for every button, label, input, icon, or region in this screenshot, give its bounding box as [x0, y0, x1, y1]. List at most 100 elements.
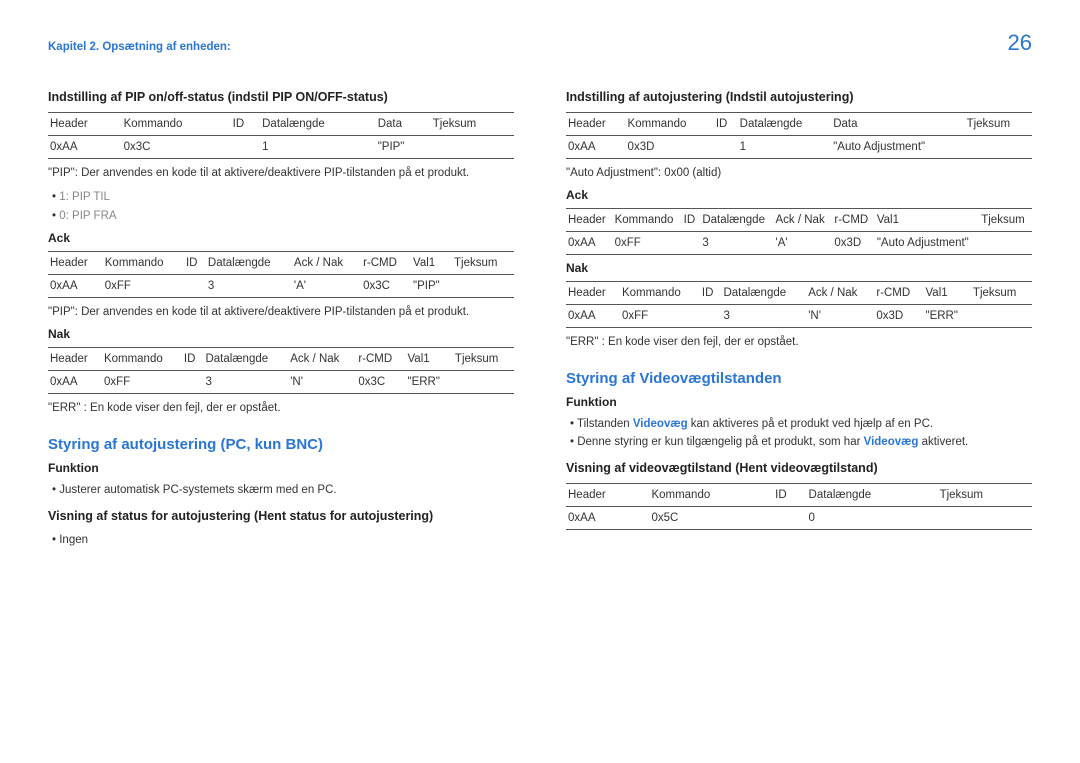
list-item: 1: PIP TIL [52, 188, 514, 206]
th: Datalængde [721, 282, 806, 305]
td [965, 136, 1032, 159]
td: "PIP" [411, 275, 452, 298]
section-heading-blue: Styring af Videovægtilstanden [566, 370, 1032, 387]
th: Data [831, 113, 964, 136]
th: Header [566, 484, 649, 507]
th: Header [48, 113, 122, 136]
text: Denne styring er kun tilgængelig på et p… [577, 436, 863, 448]
td: 0xAA [566, 136, 626, 159]
list-item: Tilstanden Videovæg kan aktiveres på et … [570, 415, 1032, 433]
td: 0x3D [832, 232, 874, 255]
function-heading: Funktion [48, 461, 514, 475]
td: "Auto Adjustment" [875, 232, 979, 255]
th: Ack / Nak [288, 348, 356, 371]
content-columns: Indstilling af PIP on/off-status (indsti… [48, 84, 1032, 553]
td: 'N' [288, 371, 356, 394]
auto-nak-table: Header Kommando ID Datalængde Ack / Nak … [566, 281, 1032, 328]
td [971, 305, 1032, 328]
th: Tjeksum [938, 484, 1032, 507]
right-column: Indstilling af autojustering (Indstil au… [566, 84, 1032, 553]
td: 0xAA [48, 371, 102, 394]
page-number: 26 [1008, 30, 1032, 56]
th: Kommando [103, 252, 184, 275]
td [452, 275, 514, 298]
td: 'A' [774, 232, 833, 255]
td: 3 [206, 275, 292, 298]
th: ID [182, 348, 204, 371]
note: "ERR" : En kode viser den fejl, der er o… [48, 400, 514, 417]
th: r-CMD [832, 209, 874, 232]
td: 0 [807, 507, 938, 530]
td: 3 [203, 371, 288, 394]
td: 0x3D [874, 305, 923, 328]
td: 'A' [292, 275, 361, 298]
page: Kapitel 2. Opsætning af enheden: 26 Inds… [0, 0, 1080, 573]
inline-link[interactable]: Videovæg [633, 418, 688, 430]
th: Kommando [102, 348, 182, 371]
bullet-list: 1: PIP TIL 0: PIP FRA [48, 188, 514, 225]
th: ID [773, 484, 806, 507]
th: Datalængde [260, 113, 376, 136]
td: "PIP" [376, 136, 431, 159]
th: r-CMD [356, 348, 405, 371]
section-heading: Indstilling af PIP on/off-status (indsti… [48, 90, 514, 104]
th: Kommando [626, 113, 714, 136]
text: kan aktiveres på et produkt ved hjælp af… [688, 418, 933, 430]
th: ID [184, 252, 206, 275]
th: Ack / Nak [806, 282, 874, 305]
auto-ack-table: Header Kommando ID Datalængde Ack / Nak … [566, 208, 1032, 255]
subsection-heading: Visning af status for autojustering (Hen… [48, 509, 514, 523]
th: Val1 [923, 282, 970, 305]
videowall-get-table: Header Kommando ID Datalængde Tjeksum 0x… [566, 483, 1032, 530]
th: Header [566, 209, 613, 232]
list-item: 0: PIP FRA [52, 207, 514, 225]
th: Tjeksum [431, 113, 514, 136]
breadcrumb: Kapitel 2. Opsætning af enheden: [48, 41, 231, 53]
th: ID [714, 113, 738, 136]
th: ID [231, 113, 260, 136]
td: 0x3D [626, 136, 714, 159]
td: 0x3C [122, 136, 231, 159]
td [682, 232, 701, 255]
note: "PIP": Der anvendes en kode til at aktiv… [48, 304, 514, 321]
td: 0x3C [361, 275, 411, 298]
pip-ack-table: Header Kommando ID Datalængde Ack / Nak … [48, 251, 514, 298]
th: Ack / Nak [774, 209, 833, 232]
td: 0xFF [102, 371, 182, 394]
td: 0xFF [620, 305, 700, 328]
td: "ERR" [405, 371, 452, 394]
list-item: Ingen [52, 531, 514, 549]
td: 0xAA [48, 275, 103, 298]
nak-heading: Nak [566, 261, 1032, 275]
inline-link[interactable]: Videovæg [864, 436, 919, 448]
td: 3 [721, 305, 806, 328]
list-item: Denne styring er kun tilgængelig på et p… [570, 433, 1032, 451]
th: Datalængde [738, 113, 832, 136]
function-heading: Funktion [566, 395, 1032, 409]
nak-heading: Nak [48, 327, 514, 341]
td [700, 305, 722, 328]
th: Datalængde [203, 348, 288, 371]
th: Header [566, 113, 626, 136]
th: Header [566, 282, 620, 305]
bullet-list: Justerer automatisk PC-systemets skærm m… [48, 481, 514, 499]
td [714, 136, 738, 159]
th: Data [376, 113, 431, 136]
th: Tjeksum [453, 348, 514, 371]
th: Val1 [405, 348, 452, 371]
td: 3 [700, 232, 773, 255]
td: "ERR" [923, 305, 970, 328]
th: r-CMD [874, 282, 923, 305]
text: aktiveret. [918, 436, 968, 448]
th: ID [682, 209, 701, 232]
section-heading: Indstilling af autojustering (Indstil au… [566, 90, 1032, 104]
td [231, 136, 260, 159]
th: Val1 [875, 209, 979, 232]
th: Tjeksum [979, 209, 1032, 232]
auto-set-table: Header Kommando ID Datalængde Data Tjeks… [566, 112, 1032, 159]
th: Tjeksum [971, 282, 1032, 305]
th: r-CMD [361, 252, 411, 275]
td: 0xAA [566, 507, 649, 530]
th: Tjeksum [452, 252, 514, 275]
th: Datalængde [206, 252, 292, 275]
